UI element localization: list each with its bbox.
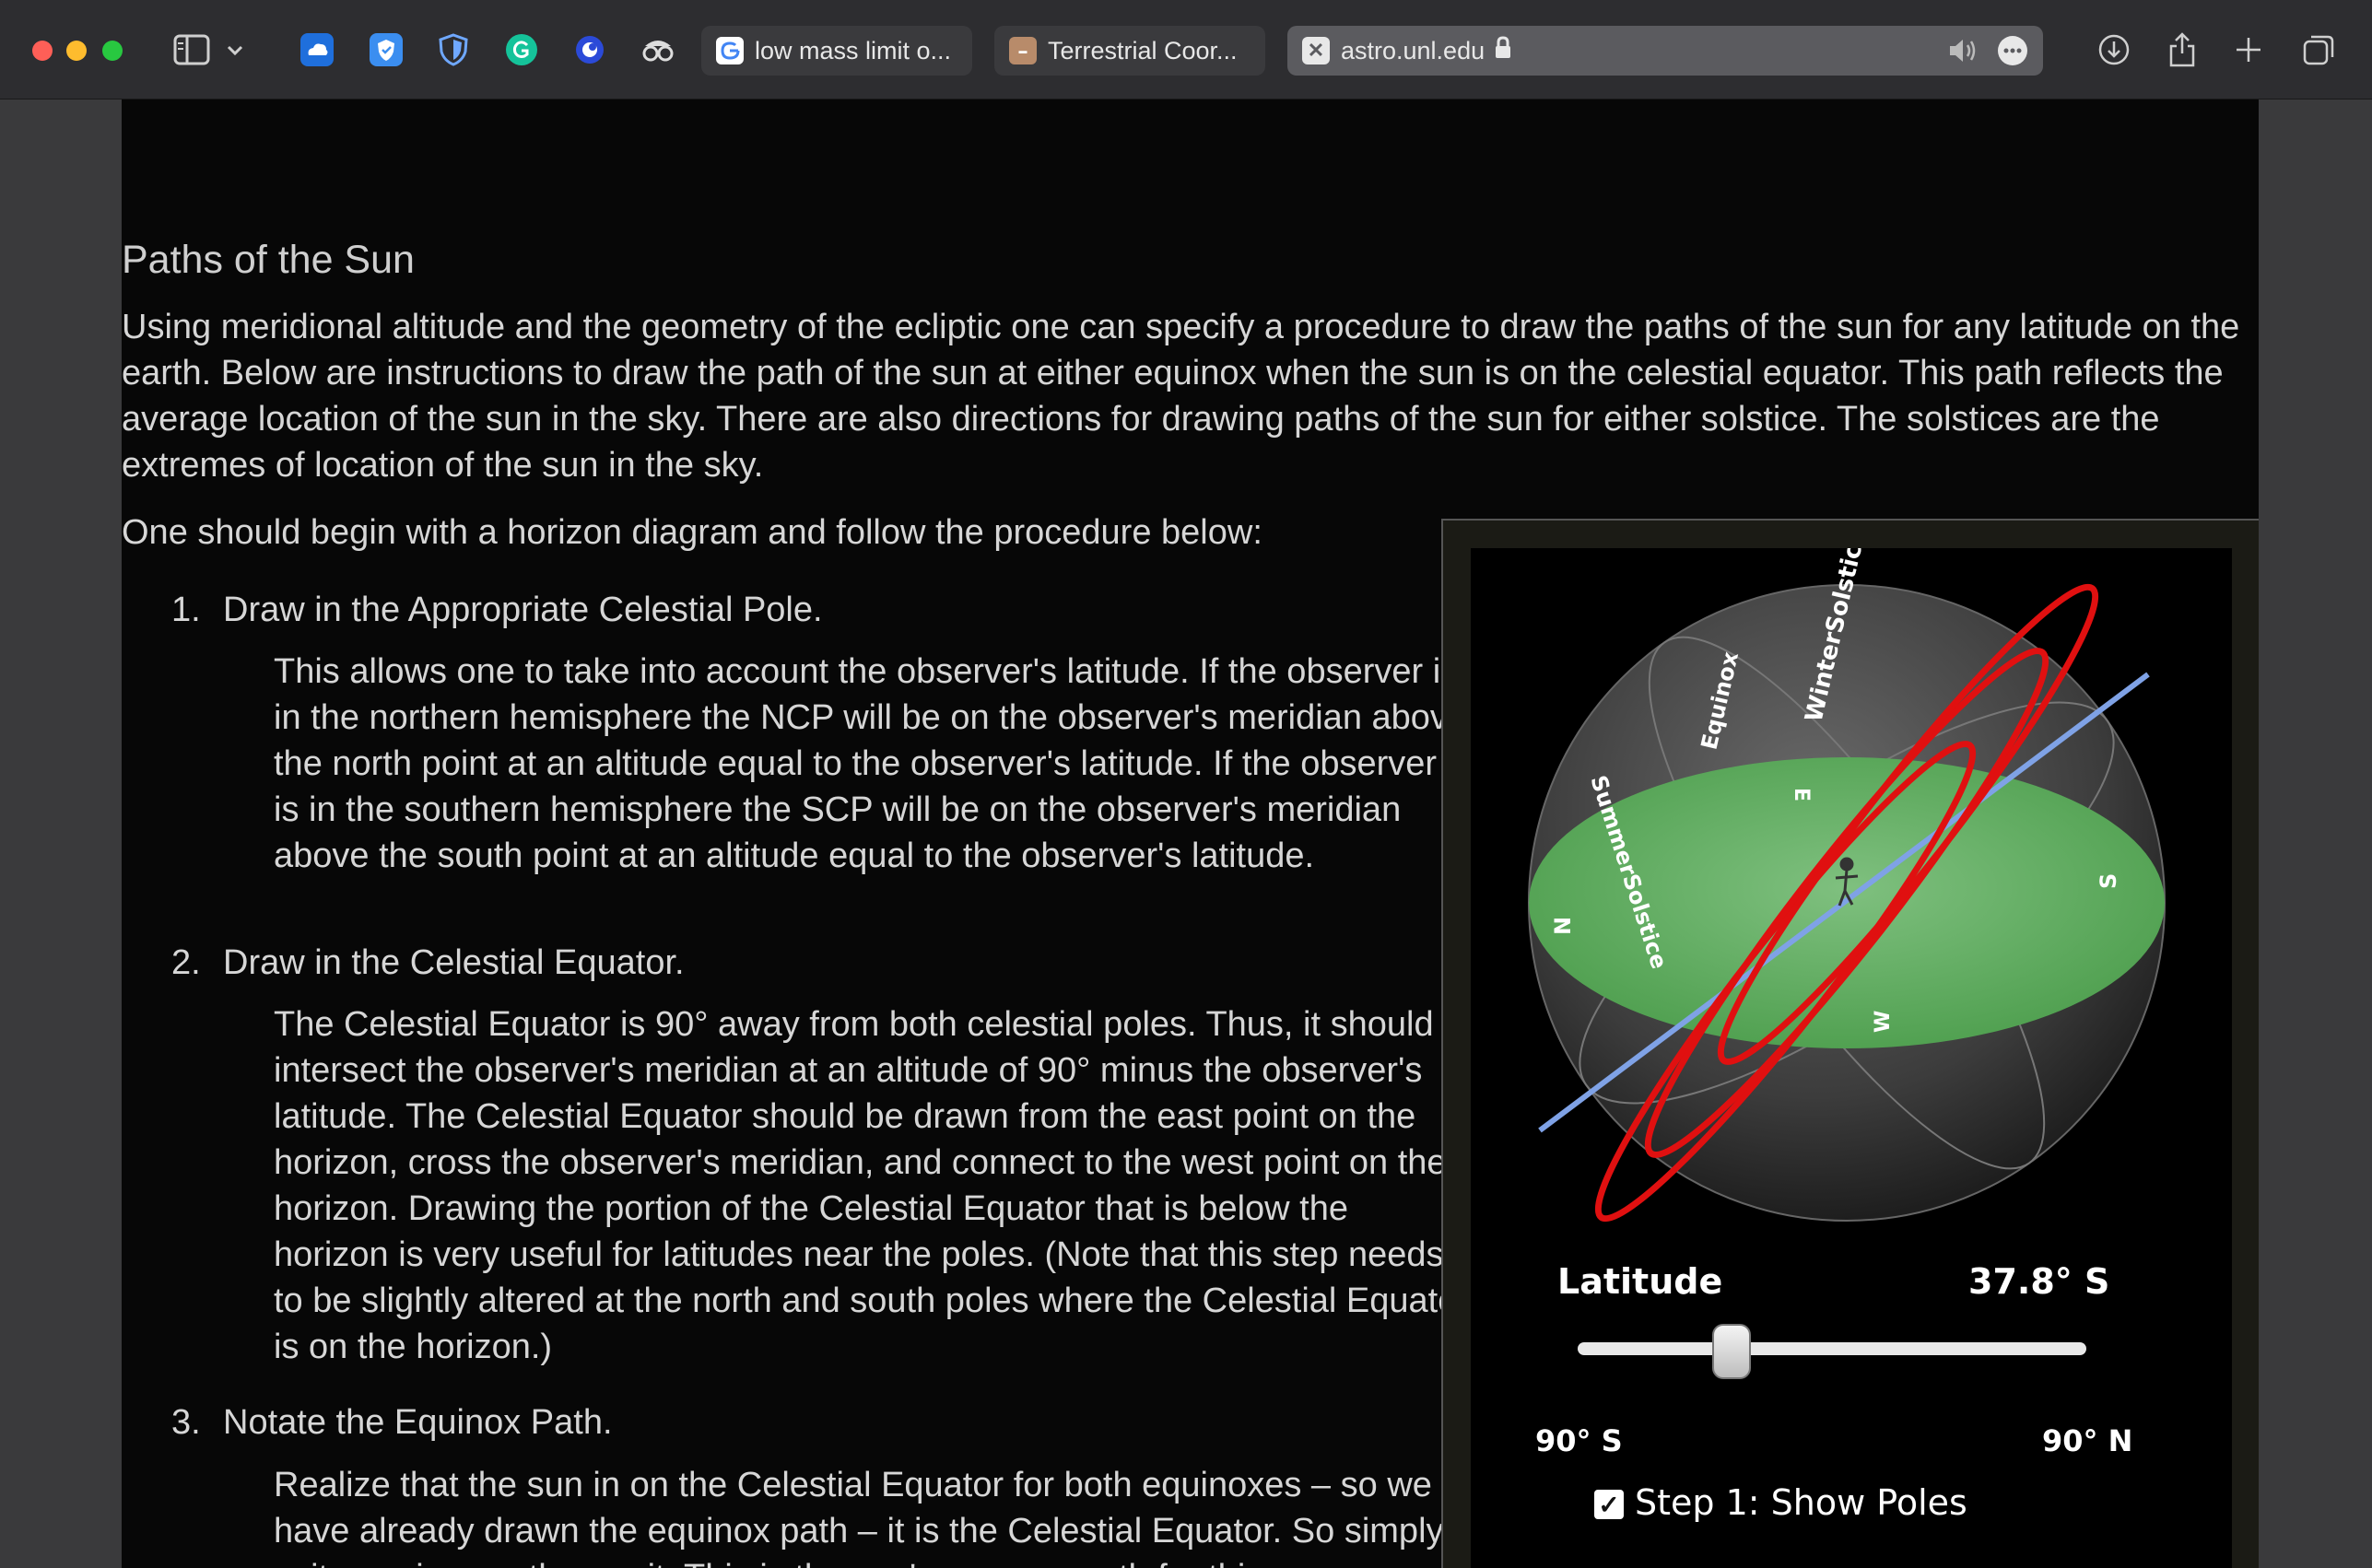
- show-poles-label[interactable]: Step 1: Show Poles: [1635, 1482, 1967, 1523]
- celestial-sphere-diagram: WinterSolstice Equinox SummerSolstice N …: [1528, 548, 2166, 1223]
- zoom-window-button[interactable]: [102, 41, 123, 61]
- minimize-window-button[interactable]: [66, 41, 87, 61]
- tab-overview-icon[interactable]: [2298, 29, 2339, 70]
- latitude-slider-thumb[interactable]: [1712, 1324, 1751, 1379]
- cloud-extension-icon[interactable]: [297, 29, 337, 70]
- share-icon[interactable]: [2162, 29, 2202, 70]
- google-g-icon: [716, 37, 744, 64]
- lock-icon: [1494, 35, 1512, 66]
- tab-low-mass-limit[interactable]: low mass limit o...: [701, 26, 972, 76]
- close-tab-icon[interactable]: ✕: [1302, 37, 1330, 64]
- vpn-extension-icon[interactable]: [570, 29, 610, 70]
- list-item-3-body: Realize that the sun in on the Celestial…: [274, 1466, 1444, 1568]
- list-item-3-heading: 3. Notate the Equinox Path.: [171, 1403, 613, 1442]
- latitude-min-label: 90° S: [1535, 1423, 1623, 1458]
- speaker-icon[interactable]: [1947, 37, 1979, 71]
- north-direction-label: N: [1550, 917, 1576, 935]
- procedure-list: 1. Draw in the Appropriate Celestial Pole…: [171, 99, 1526, 1568]
- sidebar-toggle-icon[interactable]: [171, 29, 212, 70]
- close-window-button[interactable]: [32, 41, 53, 61]
- browser-toolbar: low mass limit o... ▬ Terrestrial Coor..…: [0, 0, 2372, 99]
- chevron-down-icon[interactable]: [221, 29, 249, 70]
- spy-glasses-icon[interactable]: [638, 29, 678, 70]
- tab-terrestrial-coordinates[interactable]: ▬ Terrestrial Coor...: [994, 26, 1265, 76]
- west-direction-label: W: [1872, 1011, 1895, 1033]
- show-poles-checkbox[interactable]: ✓: [1594, 1490, 1624, 1519]
- list-item-2-body: The Celestial Equator is 90° away from b…: [274, 1005, 1470, 1366]
- south-direction-label: S: [2096, 873, 2121, 889]
- sun-paths-simulator: WinterSolstice Equinox SummerSolstice N …: [1441, 519, 2259, 1568]
- shield-extension-icon[interactable]: [366, 29, 406, 70]
- tab-label: Terrestrial Coor...: [1048, 36, 1238, 64]
- new-tab-icon[interactable]: [2228, 29, 2269, 70]
- latitude-slider-track[interactable]: [1578, 1342, 2086, 1355]
- east-direction-label: E: [1790, 788, 1813, 802]
- simulator-canvas: WinterSolstice Equinox SummerSolstice N …: [1471, 548, 2232, 1568]
- more-options-icon[interactable]: [1997, 35, 2028, 73]
- list-item-1-heading: 1. Draw in the Appropriate Celestial Pole…: [171, 591, 823, 629]
- list-item-1-body: This allows one to take into account the…: [274, 652, 1468, 875]
- grammarly-icon[interactable]: [501, 29, 542, 70]
- latitude-label: Latitude: [1557, 1261, 1723, 1302]
- list-item-2-heading: 2. Draw in the Celestial Equator.: [171, 943, 685, 982]
- latitude-value: 37.8° S: [1968, 1261, 2110, 1302]
- latitude-max-label: 90° N: [2042, 1423, 2133, 1458]
- download-icon[interactable]: [2094, 29, 2134, 70]
- tab-label: astro.unl.edu: [1341, 36, 1485, 64]
- bitwarden-icon[interactable]: [433, 29, 474, 70]
- tab-label: low mass limit o...: [755, 36, 952, 64]
- tab-astro-unl-edu[interactable]: ✕ astro.unl.edu: [1287, 26, 2043, 76]
- cosmos-icon: ▬: [1009, 37, 1037, 64]
- web-page: Paths of the Sun Using meridional altitu…: [122, 99, 2259, 1568]
